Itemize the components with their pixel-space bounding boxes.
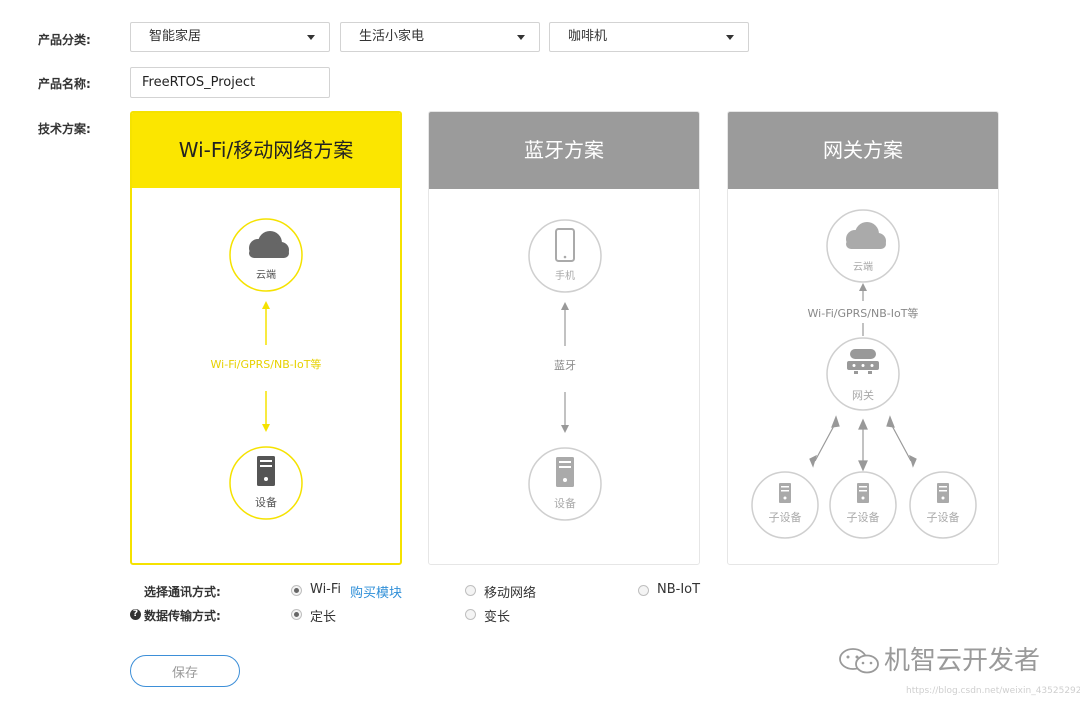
radio-wifi-label: Wi-Fi: [310, 582, 342, 597]
wifi-mobile-diagram: 云端 Wi-Fi/GPRS/NB-IoT等 设备: [132, 188, 400, 563]
chevron-down-icon: [517, 35, 525, 40]
category-select-2[interactable]: 生活小家电: [340, 22, 540, 52]
arrow-icon: [909, 454, 917, 468]
gateway-node-label: 网关: [852, 388, 874, 402]
radio-wifi[interactable]: [291, 585, 302, 596]
sub-device-label-1: 子设备: [769, 510, 802, 524]
save-button[interactable]: 保存: [130, 655, 240, 687]
product-category-label: 产品分类:: [38, 33, 91, 47]
bluetooth-link-label: 蓝牙: [554, 359, 576, 372]
bluetooth-solution-card[interactable]: 蓝牙方案 手机 蓝牙 设备: [428, 111, 700, 565]
comm-method-label: 选择通讯方式:: [144, 585, 221, 599]
sub-device-icon: [937, 483, 949, 503]
arrow-down-icon: [262, 424, 270, 432]
gateway-diagram: 云端 Wi-Fi/GPRS/NB-IoT等 网关 子设备 子设备 子设备: [728, 189, 998, 564]
buy-module-link[interactable]: 购买模块: [350, 582, 402, 601]
tech-solution-label: 技术方案:: [38, 122, 91, 136]
wifi-mobile-solution-card[interactable]: Wi-Fi/移动网络方案 云端 Wi-Fi/GPRS/NB-IoT等 设备: [130, 111, 402, 565]
chevron-down-icon: [307, 35, 315, 40]
transfer-method-label: 数据传输方式:: [144, 609, 221, 623]
device-node-label: 设备: [255, 495, 277, 509]
device-node-label: 设备: [554, 496, 576, 510]
gateway-card-title: 网关方案: [728, 112, 998, 189]
arrow-down-icon: [858, 460, 868, 472]
gateway-link-label: Wi-Fi/GPRS/NB-IoT等: [808, 306, 919, 320]
category-select-3[interactable]: 咖啡机: [549, 22, 749, 52]
watermark-text: 机智云开发者: [884, 646, 1041, 676]
category-select-2-value: 生活小家电: [359, 29, 425, 44]
wifi-mobile-link-label: Wi-Fi/GPRS/NB-IoT等: [211, 357, 322, 371]
category-select-3-value: 咖啡机: [568, 29, 608, 44]
gateway-solution-card[interactable]: 网关方案 云端 Wi-Fi/GPRS/NB-IoT等 网关 子设备 子设备 子设…: [727, 111, 999, 565]
cloud-node-label: 云端: [853, 260, 873, 273]
category-select-1[interactable]: 智能家居: [130, 22, 330, 52]
arrow-up-icon: [561, 302, 569, 310]
cloud-node-label: 云端: [256, 268, 276, 281]
radio-nb-iot-label: NB-IoT: [657, 582, 701, 597]
radio-nb-iot[interactable]: [638, 585, 649, 596]
sub-device-icon: [779, 483, 791, 503]
radio-variable-length[interactable]: [465, 609, 476, 620]
chevron-down-icon: [726, 35, 734, 40]
arrow-down-icon: [561, 425, 569, 433]
wechat-icon: [839, 648, 879, 674]
help-icon[interactable]: ?: [130, 609, 141, 620]
arrow-icon: [809, 454, 817, 468]
bluetooth-card-title: 蓝牙方案: [429, 112, 699, 189]
sub-device-label-2: 子设备: [847, 510, 880, 524]
watermark-url: https://blog.csdn.net/weixin_43525292: [906, 686, 1080, 696]
category-select-1-value: 智能家居: [149, 29, 202, 44]
radio-mobile-network[interactable]: [465, 585, 476, 596]
arrow-up-icon: [858, 418, 868, 430]
product-name-label: 产品名称:: [38, 77, 91, 91]
arrow-up-icon: [859, 283, 867, 291]
radio-mobile-network-label: 移动网络: [484, 586, 537, 601]
device-server-icon: [257, 456, 275, 486]
arrow-icon: [831, 415, 840, 428]
radio-variable-length-label: 变长: [484, 610, 511, 625]
device-server-icon: [556, 457, 574, 487]
radio-fixed-length-label: 定长: [310, 610, 337, 625]
arrow-icon: [886, 415, 895, 428]
sub-device-label-3: 子设备: [927, 510, 960, 524]
radio-fixed-length[interactable]: [291, 609, 302, 620]
phone-node-label: 手机: [555, 269, 575, 282]
wifi-mobile-card-title: Wi-Fi/移动网络方案: [132, 113, 400, 188]
bluetooth-diagram: 手机 蓝牙 设备: [429, 189, 699, 564]
sub-device-icon: [857, 483, 869, 503]
product-name-input[interactable]: [130, 67, 330, 98]
arrow-up-icon: [262, 301, 270, 309]
